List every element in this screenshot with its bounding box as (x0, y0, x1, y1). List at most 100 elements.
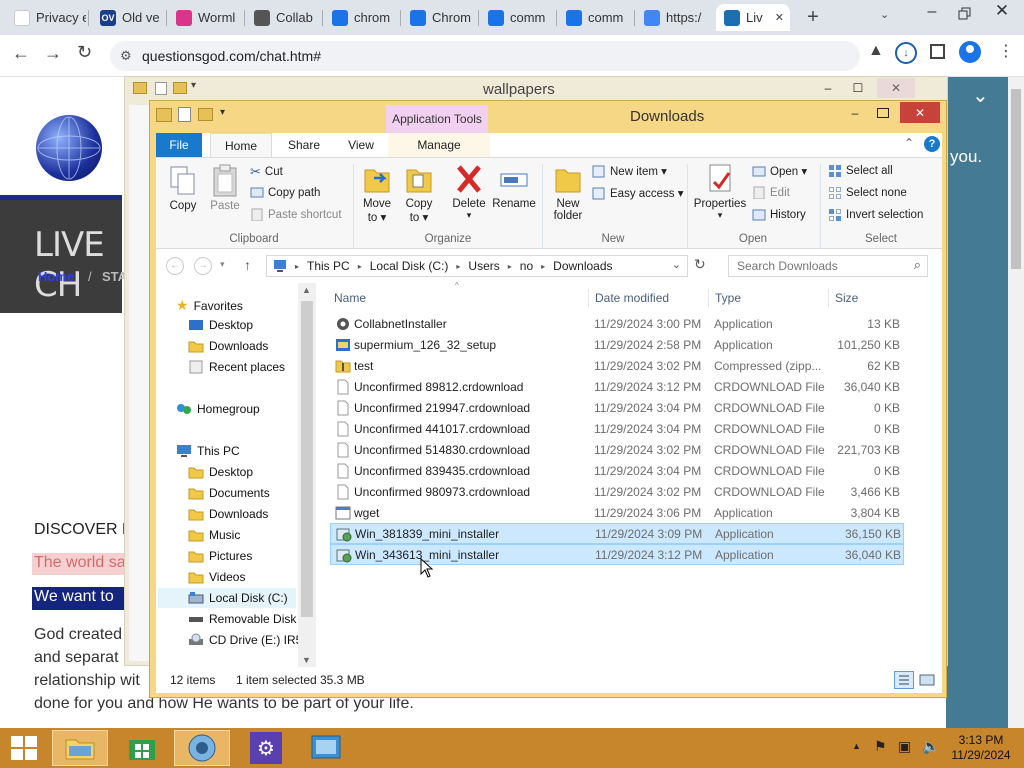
nav-scrollbar[interactable]: ▲ ▼ (298, 283, 316, 667)
nav-pc-videos[interactable]: Videos (188, 570, 245, 584)
browser-tab[interactable]: OV Old ve (92, 4, 164, 31)
breadcrumb-home-link[interactable]: Home (38, 269, 74, 284)
nav-pc-downloads[interactable]: Downloads (188, 507, 268, 521)
start-button[interactable] (2, 730, 46, 766)
select-none-button[interactable]: Select none (828, 186, 907, 199)
new-tab-button[interactable]: + (800, 6, 826, 30)
address-bar[interactable]: ⚙ questionsgod.com/chat.htm# (110, 41, 860, 71)
close-button[interactable]: ✕ (990, 1, 1014, 25)
move-to-button[interactable]: Move to ▾ (360, 162, 394, 224)
file-row[interactable]: Win_343613_mini_installer 11/29/2024 3:12… (330, 544, 904, 565)
new-item-button[interactable]: New item ▾ (592, 164, 667, 178)
rename-button[interactable]: Rename (492, 162, 536, 210)
menu-dots-icon[interactable]: ⋮ (998, 41, 1014, 61)
file-row[interactable]: Unconfirmed 980973.crdownload 11/29/2024 … (330, 481, 904, 502)
file-row[interactable]: test 11/29/2024 3:02 PM Compressed (zipp..… (330, 355, 904, 376)
reload-icon[interactable]: ↻ (77, 42, 92, 63)
select-all-button[interactable]: Select all (828, 164, 893, 177)
nav-pc-local-disk[interactable]: Local Disk (C:) (188, 591, 288, 605)
search-box[interactable]: Search Downloads ⌕ (728, 255, 928, 277)
up-arrow-icon[interactable]: ↑ (244, 257, 251, 273)
taskbar-store[interactable] (120, 730, 164, 766)
browser-tab[interactable]: Worml (168, 4, 242, 31)
customize-arrow-icon[interactable]: ▾ (191, 80, 196, 91)
open-button[interactable]: Open ▾ (752, 164, 807, 178)
download-icon[interactable]: ↓ (895, 42, 917, 64)
forward-arrow-icon[interactable]: → (44, 43, 62, 64)
close-tab-icon[interactable]: ✕ (775, 11, 784, 24)
site-info-icon[interactable]: ⚙ (120, 48, 132, 64)
close-button[interactable]: ✕ (900, 102, 940, 123)
nav-fav-recent-places[interactable]: Recent places (188, 360, 285, 374)
address-path[interactable]: ▸ This PC ▸ Local Disk (C:) ▸ Users ▸ no ▸ D… (266, 255, 688, 277)
tab-search-icon[interactable]: ⌄ (880, 8, 889, 21)
volume-muted-icon[interactable]: 🔈 (922, 738, 939, 755)
customize-arrow-icon[interactable]: ▾ (220, 107, 225, 118)
tab-view[interactable]: View (334, 133, 388, 157)
new-folder-button[interactable]: New folder (548, 162, 588, 222)
browser-tab[interactable]: comm (558, 4, 632, 31)
nav-this-pc[interactable]: This PC (176, 444, 240, 458)
file-row[interactable]: Unconfirmed 441017.crdownload 11/29/2024 … (330, 418, 904, 439)
properties-icon[interactable] (178, 107, 191, 122)
invert-selection-button[interactable]: Invert selection (828, 208, 923, 221)
path-downloads[interactable]: Downloads (553, 259, 612, 273)
tab-share[interactable]: Share (276, 133, 332, 157)
delete-button[interactable]: Delete ▾ (450, 162, 488, 221)
file-row[interactable]: Unconfirmed 219947.crdownload 11/29/2024 … (330, 397, 904, 418)
browser-tab[interactable]: Collab (246, 4, 320, 31)
minimize-button[interactable]: – (920, 3, 944, 27)
copy-button[interactable]: Copy (168, 164, 198, 212)
lab-flask-icon[interactable]: ▲ (868, 42, 884, 60)
nav-favorites[interactable]: ★ Favorites (176, 297, 243, 314)
cut-button[interactable]: ✂ Cut (250, 164, 283, 180)
restore-button[interactable] (953, 3, 975, 25)
wallpapers-close-button[interactable]: ✕ (877, 78, 915, 98)
path-local-disk[interactable]: Local Disk (C:) (370, 259, 449, 273)
show-hidden-icons[interactable]: ▲ (852, 741, 861, 751)
details-view-icon[interactable] (894, 671, 914, 689)
nav-fav-downloads[interactable]: Downloads (188, 339, 268, 353)
nav-pc-removable-disk[interactable]: Removable Disk ( (188, 612, 304, 626)
tab-home[interactable]: Home (210, 133, 272, 157)
paste-button[interactable]: Paste (208, 164, 242, 212)
file-row[interactable]: Unconfirmed 89812.crdownload 11/29/2024 3… (330, 376, 904, 397)
file-row[interactable]: wget 11/29/2024 3:06 PM Application 3,804 K… (330, 502, 904, 523)
flag-icon[interactable]: ⚑ (874, 738, 887, 755)
column-type[interactable]: Type (715, 287, 741, 309)
path-no[interactable]: no (520, 259, 533, 273)
nav-pc-pictures[interactable]: Pictures (188, 549, 252, 563)
browser-tab[interactable]: comm (480, 4, 554, 31)
search-icon[interactable]: ⌕ (914, 257, 921, 273)
profile-avatar[interactable] (959, 41, 981, 63)
browser-tab[interactable]: Chrom (402, 4, 476, 31)
tab-manage[interactable]: Manage (388, 133, 490, 157)
chevron-down-icon[interactable]: ⌄ (972, 83, 989, 108)
new-folder-icon[interactable] (173, 82, 187, 94)
page-scrollbar[interactable] (1008, 77, 1024, 728)
nav-pc-documents[interactable]: Documents (188, 486, 270, 500)
back-icon[interactable]: ← (166, 257, 184, 275)
browser-tab[interactable]: chrom (324, 4, 398, 31)
taskbar-settings[interactable]: ⚙ (244, 730, 288, 766)
nav-fav-desktop[interactable]: Desktop (188, 318, 253, 332)
history-button[interactable]: History (752, 208, 806, 221)
large-icons-view-icon[interactable] (918, 672, 936, 688)
properties-button[interactable]: Properties ▾ (692, 162, 748, 221)
clock[interactable]: 3:13 PM 11/29/2024 (950, 733, 1012, 763)
nav-pc-cd-drive[interactable]: CD Drive (E:) IR5_ (188, 633, 309, 647)
recent-locations-icon[interactable]: ▾ (220, 259, 225, 270)
collapse-ribbon-icon[interactable]: ⌃ (904, 136, 914, 150)
column-size[interactable]: Size (835, 287, 858, 309)
network-icon[interactable]: ▣ (898, 738, 911, 755)
nav-pc-music[interactable]: Music (188, 528, 240, 542)
easy-access-button[interactable]: Easy access ▾ (592, 186, 684, 200)
taskbar-file-explorer[interactable] (52, 730, 108, 766)
column-date-modified[interactable]: Date modified (595, 287, 669, 309)
refresh-icon[interactable]: ↻ (694, 256, 706, 273)
properties-icon[interactable] (155, 82, 167, 95)
file-row[interactable]: Win_381839_mini_installer 11/29/2024 3:09… (330, 523, 904, 544)
file-row[interactable]: CollabnetInstaller 11/29/2024 3:00 PM Appl… (330, 313, 904, 334)
back-arrow-icon[interactable]: ← (12, 43, 30, 64)
browser-tab[interactable]: Liv ✕ (716, 4, 790, 31)
